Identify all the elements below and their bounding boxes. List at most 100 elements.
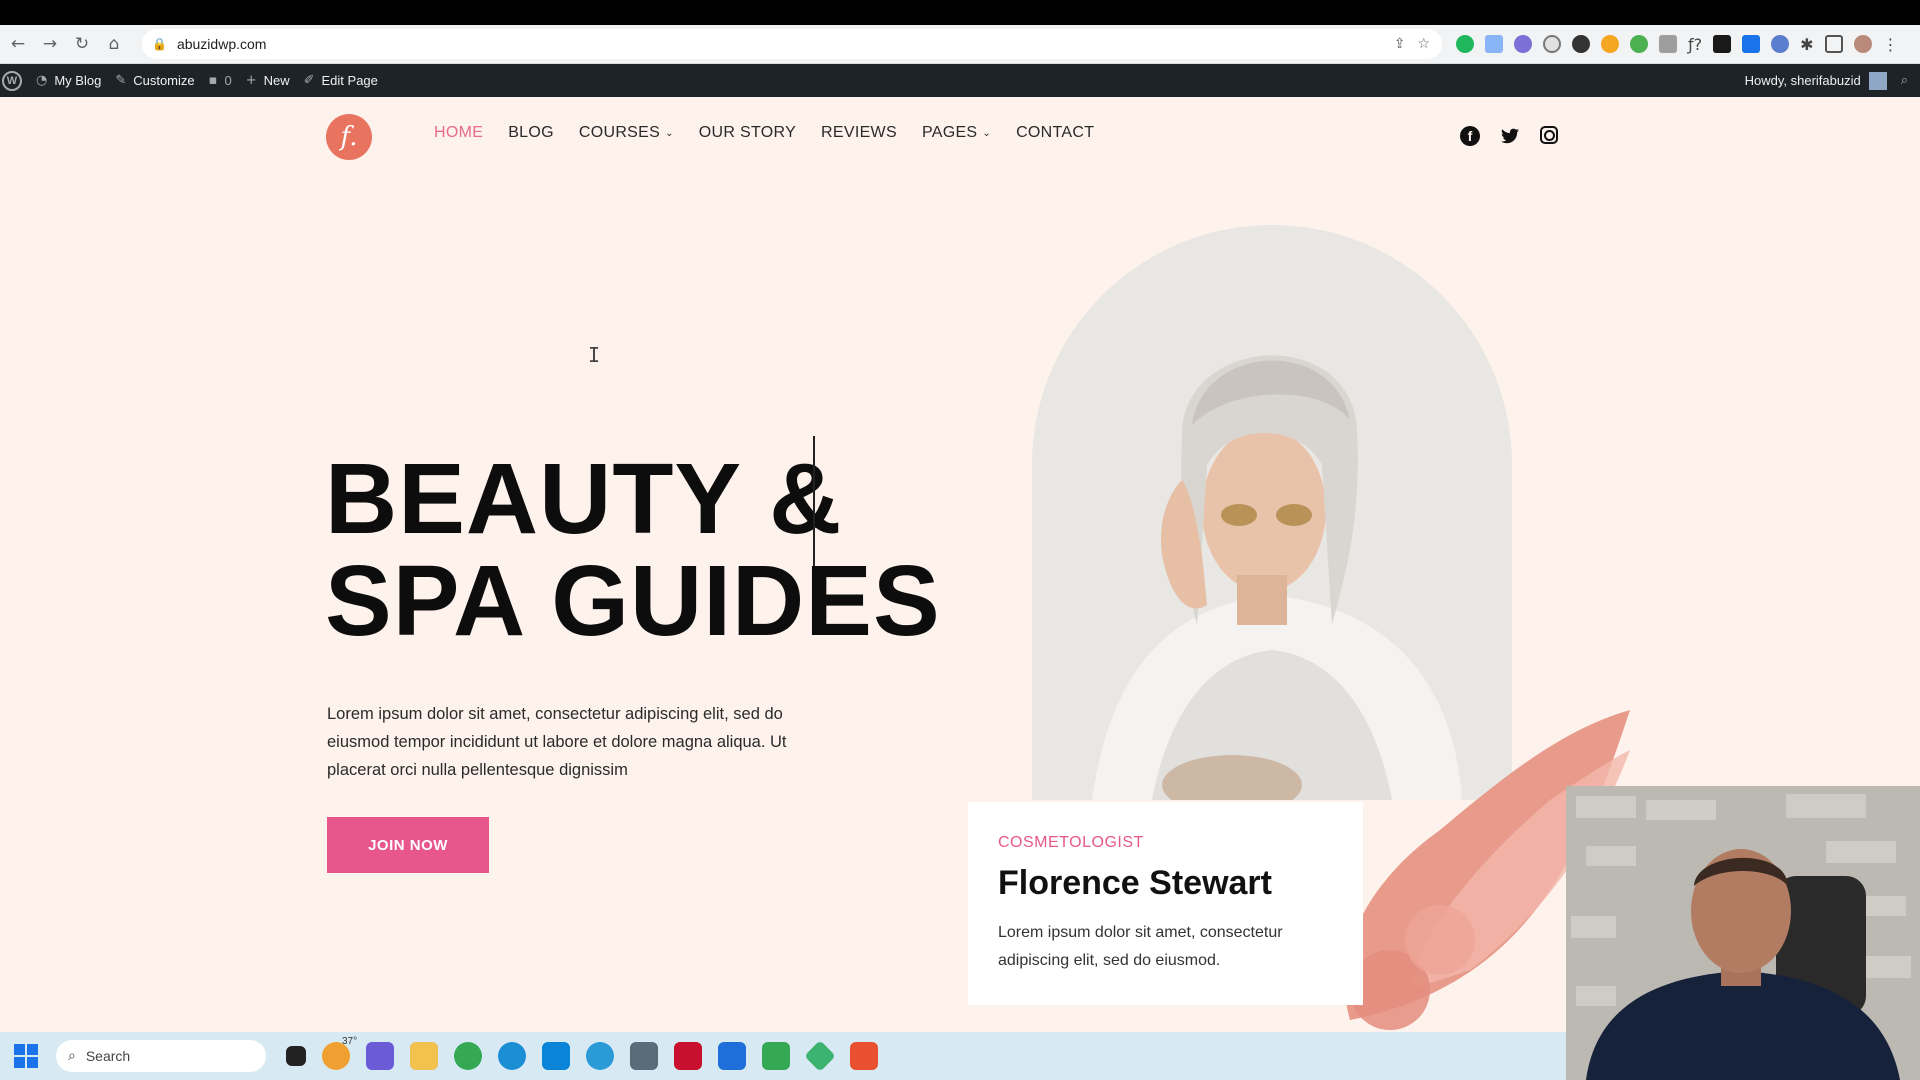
- windows-taskbar: ⌕ Search: [0, 1032, 1566, 1080]
- nav-label: REVIEWS: [821, 124, 897, 141]
- task-view-icon[interactable]: [286, 1046, 306, 1066]
- comment-bubble-icon: ▪: [208, 73, 218, 88]
- comments-link[interactable]: ▪ 0: [209, 73, 232, 88]
- brush-icon: ✎: [115, 73, 127, 88]
- my-blog-link[interactable]: ◔ My Blog: [36, 73, 101, 88]
- profile-card: COSMETOLOGIST Florence Stewart Lorem ips…: [968, 802, 1363, 1005]
- nav-item-contact[interactable]: CONTACT: [1016, 124, 1094, 142]
- new-label: New: [263, 73, 290, 88]
- url-text: abuzidwp.com: [176, 36, 267, 52]
- browser-menu-icon[interactable]: ⋮: [1883, 35, 1899, 54]
- webcam-presenter-overlay: [1566, 786, 1920, 1080]
- extension-icon[interactable]: [1742, 35, 1761, 53]
- chrome-icon[interactable]: [454, 1042, 482, 1070]
- plus-icon: +: [245, 73, 257, 88]
- nav-label: CONTACT: [1016, 124, 1095, 141]
- profile-role: COSMETOLOGIST: [998, 834, 1144, 851]
- share-icon[interactable]: ⇪: [1394, 36, 1406, 52]
- bookmark-star-icon[interactable]: ☆: [1417, 36, 1430, 52]
- nav-label: HOME: [434, 124, 484, 141]
- skype-icon[interactable]: [542, 1042, 570, 1070]
- lock-icon[interactable]: 🔒: [152, 37, 167, 51]
- extension-icon[interactable]: [1659, 35, 1677, 53]
- camtasia-recorder-icon[interactable]: [850, 1042, 878, 1070]
- calculator-icon[interactable]: [630, 1042, 658, 1070]
- wordpress-logo-icon[interactable]: W: [2, 70, 22, 91]
- taskbar-search-placeholder: Search: [85, 1048, 131, 1064]
- extensions-puzzle-icon[interactable]: ✱: [1800, 35, 1813, 54]
- profile-bio: Lorem ipsum dolor sit amet, consectetur …: [998, 924, 1283, 969]
- chevron-down-icon: ⌄: [665, 127, 674, 139]
- text-insertion-caret: [813, 436, 815, 566]
- nav-item-reviews[interactable]: REVIEWS: [821, 124, 897, 142]
- hero-description: Lorem ipsum dolor sit amet, consectetur …: [327, 705, 787, 779]
- user-avatar[interactable]: [1868, 71, 1887, 90]
- wp-admin-bar: W ◔ My Blog ✎ Customize ▪ 0 + New ✐ Edit…: [0, 64, 1920, 97]
- hero-title-line-1: BEAUTY &: [325, 443, 843, 555]
- comments-count: 0: [224, 73, 232, 88]
- forward-icon[interactable]: →: [36, 30, 64, 58]
- text-cursor-ibeam-icon: I: [588, 343, 601, 367]
- join-now-button[interactable]: JOIN NOW: [327, 817, 489, 873]
- browser-toolbar: ← → ↻ ⌂ 🔒 abuzidwp.com ⇪ ☆ ƒ? ✱ ⋮: [0, 25, 1920, 64]
- extension-icon[interactable]: [1713, 35, 1732, 53]
- extension-font-icon[interactable]: ƒ?: [1688, 35, 1702, 54]
- reload-icon[interactable]: ↻: [68, 30, 96, 58]
- extension-power-icon[interactable]: [1543, 35, 1561, 53]
- nav-item-courses[interactable]: COURSES ⌄: [579, 124, 674, 142]
- extension-icon[interactable]: [1601, 35, 1619, 53]
- nav-label: BLOG: [508, 124, 554, 141]
- camtasia-icon[interactable]: [762, 1042, 790, 1070]
- hero-title-line-2: SPA GUIDES: [325, 545, 941, 657]
- nav-item-home[interactable]: HOME: [434, 124, 483, 142]
- teams-chat-icon[interactable]: [366, 1042, 394, 1070]
- extension-grammarly-icon[interactable]: [1456, 35, 1474, 53]
- customize-link[interactable]: ✎ Customize: [115, 73, 194, 88]
- edit-page-label: Edit Page: [321, 73, 378, 88]
- side-panel-icon[interactable]: [1824, 35, 1843, 53]
- howdy-greeting[interactable]: Howdy, sherifabuzid: [1745, 73, 1861, 88]
- extension-icon[interactable]: [1485, 35, 1503, 53]
- facebook-icon[interactable]: f: [1460, 126, 1480, 146]
- profile-name[interactable]: Florence Stewart: [998, 864, 1363, 903]
- nav-item-our-story[interactable]: OUR STORY: [699, 124, 796, 142]
- nav-label: OUR STORY: [698, 124, 797, 141]
- notepad-icon[interactable]: [718, 1042, 746, 1070]
- nav-item-pages[interactable]: PAGES ⌄: [922, 124, 991, 142]
- instagram-icon[interactable]: [1540, 126, 1558, 144]
- extension-icon[interactable]: [1514, 35, 1532, 53]
- new-content-link[interactable]: + New: [246, 73, 290, 88]
- file-explorer-icon[interactable]: [410, 1042, 438, 1070]
- home-icon[interactable]: ⌂: [100, 30, 128, 58]
- nav-label: COURSES: [578, 124, 661, 141]
- site-logo[interactable]: f.: [326, 114, 372, 160]
- profile-avatar[interactable]: [1853, 35, 1872, 53]
- hero-title[interactable]: BEAUTY & SPA GUIDES: [325, 448, 941, 652]
- customize-label: Customize: [133, 73, 195, 88]
- app-diamond-icon[interactable]: [804, 1040, 836, 1072]
- search-icon[interactable]: ⌕: [1901, 73, 1908, 88]
- my-blog-label: My Blog: [54, 73, 102, 88]
- edge-icon[interactable]: [498, 1042, 526, 1070]
- extension-icon[interactable]: [1630, 35, 1648, 53]
- main-navigation: HOME BLOG COURSES ⌄ OUR STORY REVIEWS PAG…: [434, 124, 1094, 142]
- nav-label: PAGES: [921, 124, 978, 141]
- windows-start-icon[interactable]: [14, 1044, 38, 1068]
- screen-top-bar: [0, 0, 1920, 25]
- social-links: f: [1460, 126, 1558, 146]
- search-icon: ⌕: [68, 1048, 76, 1064]
- pencil-icon: ✐: [303, 73, 315, 88]
- mcafee-icon[interactable]: [674, 1042, 702, 1070]
- address-bar[interactable]: 🔒 abuzidwp.com ⇪ ☆: [142, 29, 1442, 59]
- chevron-down-icon: ⌄: [982, 127, 992, 139]
- back-icon[interactable]: ←: [4, 30, 32, 58]
- weather-temperature-badge: 37°: [342, 1036, 358, 1047]
- edit-page-link[interactable]: ✐ Edit Page: [304, 73, 378, 88]
- twitter-icon[interactable]: [1500, 126, 1520, 146]
- taskbar-search-box[interactable]: ⌕ Search: [56, 1040, 266, 1072]
- dashboard-icon: ◔: [36, 73, 48, 88]
- skype-business-icon[interactable]: [586, 1042, 614, 1070]
- extension-shield-icon[interactable]: [1771, 35, 1790, 53]
- extension-icon[interactable]: [1572, 35, 1590, 53]
- nav-item-blog[interactable]: BLOG: [508, 124, 554, 142]
